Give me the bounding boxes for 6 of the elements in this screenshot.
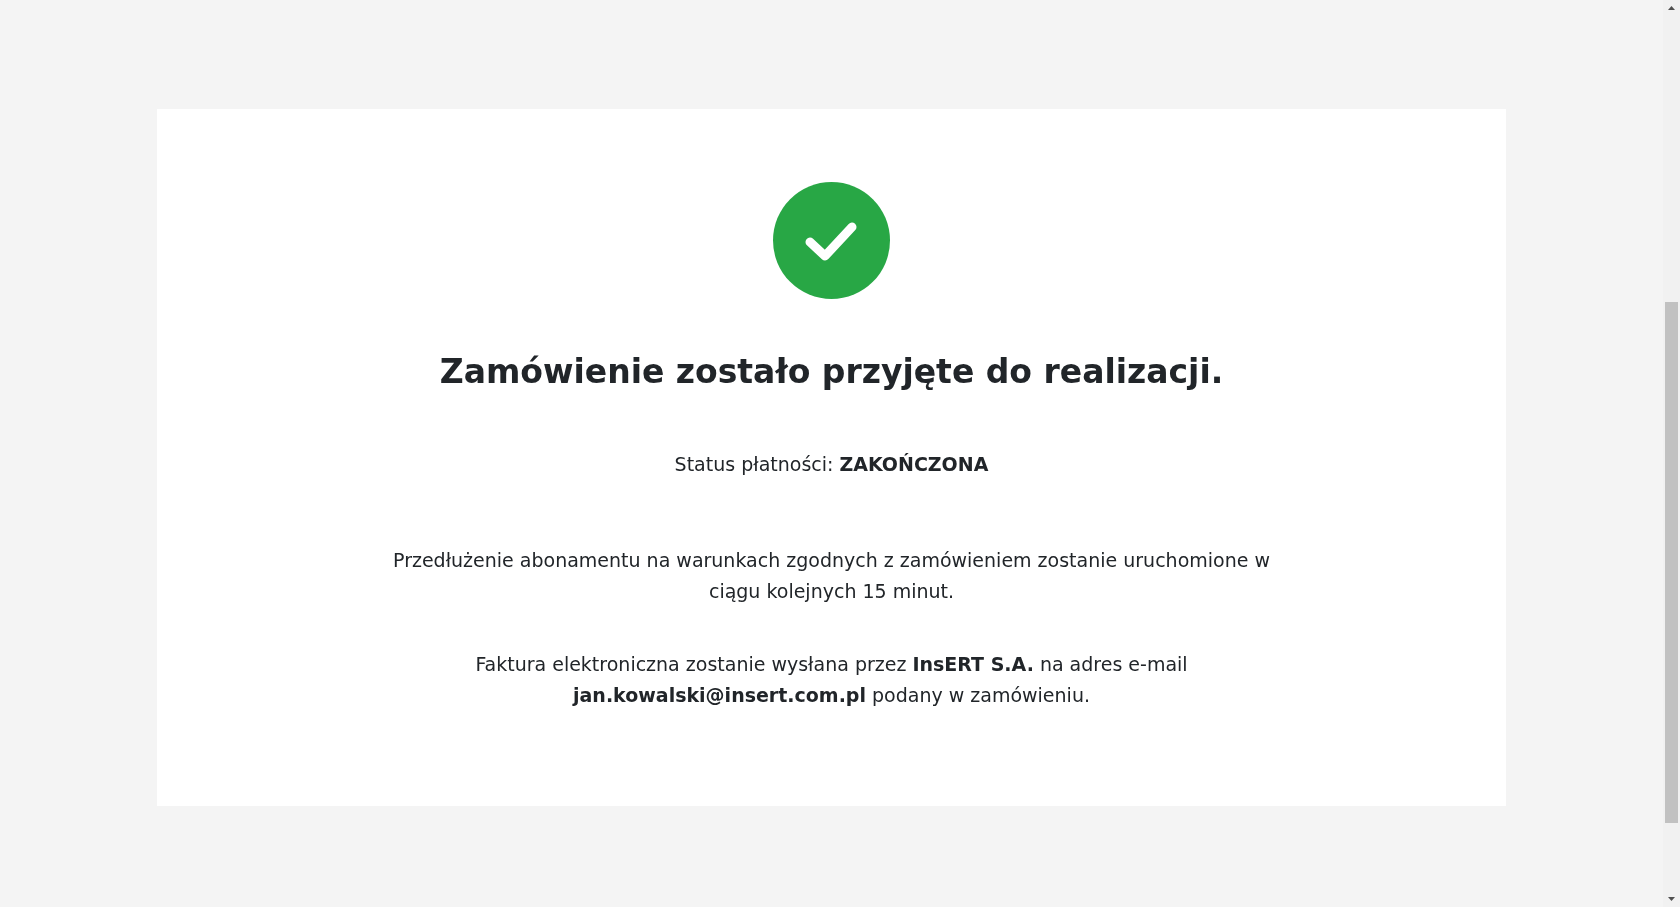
scrollbar-thumb[interactable] <box>1665 302 1678 823</box>
check-circle-icon <box>773 182 890 299</box>
payment-status: Status płatności: ZAKOŃCZONA <box>674 452 989 478</box>
confirmation-title: Zamówienie zostało przyjęte do realizacji. <box>439 351 1224 393</box>
info-paragraph: Przedłużenie abonamentu na warunkach zgodnych z zamówieniem zostanie uruchomione w ciągu kolejnych 15 minut. <box>392 547 1271 604</box>
info-paragraph: Faktura elektroniczna zostanie wysłana przez InsERT S.A. na adres e-mail jan.kowalski@insert.com.pl podany w zamówieniu. <box>474 651 1189 708</box>
